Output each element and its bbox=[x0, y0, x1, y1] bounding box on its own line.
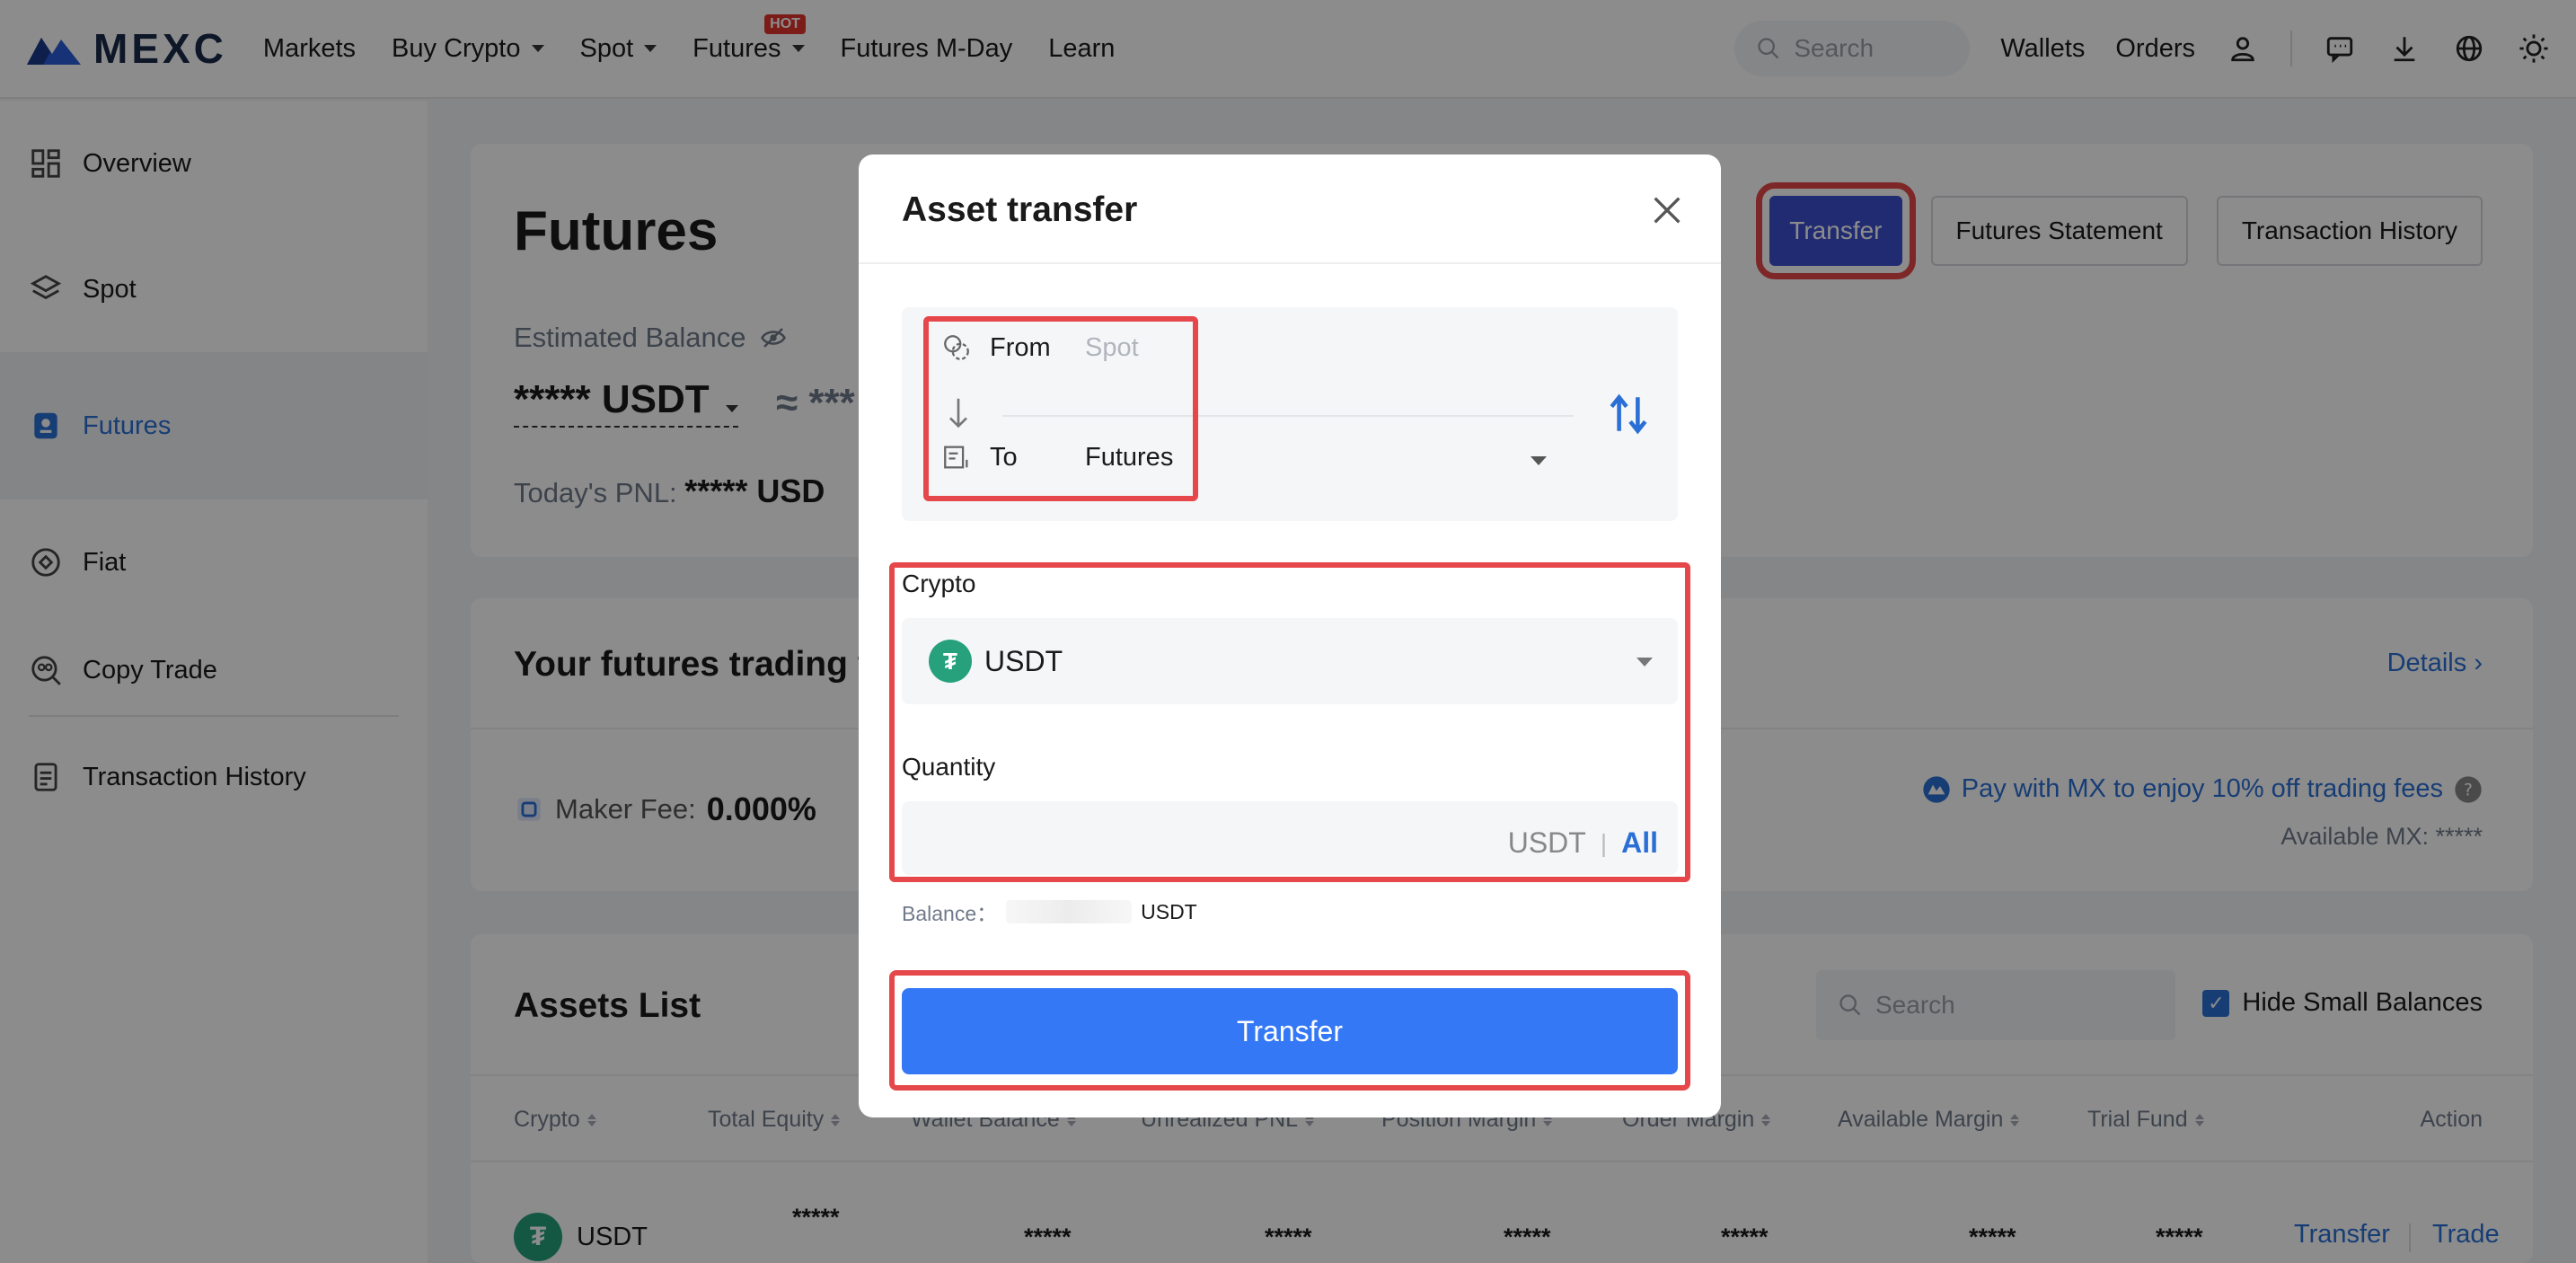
highlight-crypto-quantity bbox=[889, 562, 1690, 882]
available-balance: Balance： USDT bbox=[902, 896, 1197, 927]
swap-icon[interactable] bbox=[1606, 390, 1651, 438]
modal-divider bbox=[859, 262, 1721, 264]
caret-down-icon[interactable] bbox=[1531, 456, 1547, 465]
close-icon[interactable] bbox=[1649, 192, 1685, 228]
highlight-from-to bbox=[923, 316, 1198, 501]
asset-transfer-modal: Asset transfer From Spot To Futures Cryp… bbox=[859, 155, 1721, 1117]
balance-redacted bbox=[1006, 900, 1133, 923]
balance-unit: USDT bbox=[1141, 899, 1197, 923]
balance-label: Balance： bbox=[902, 902, 998, 925]
modal-title: Asset transfer bbox=[902, 190, 1138, 229]
highlight-submit bbox=[889, 970, 1690, 1091]
